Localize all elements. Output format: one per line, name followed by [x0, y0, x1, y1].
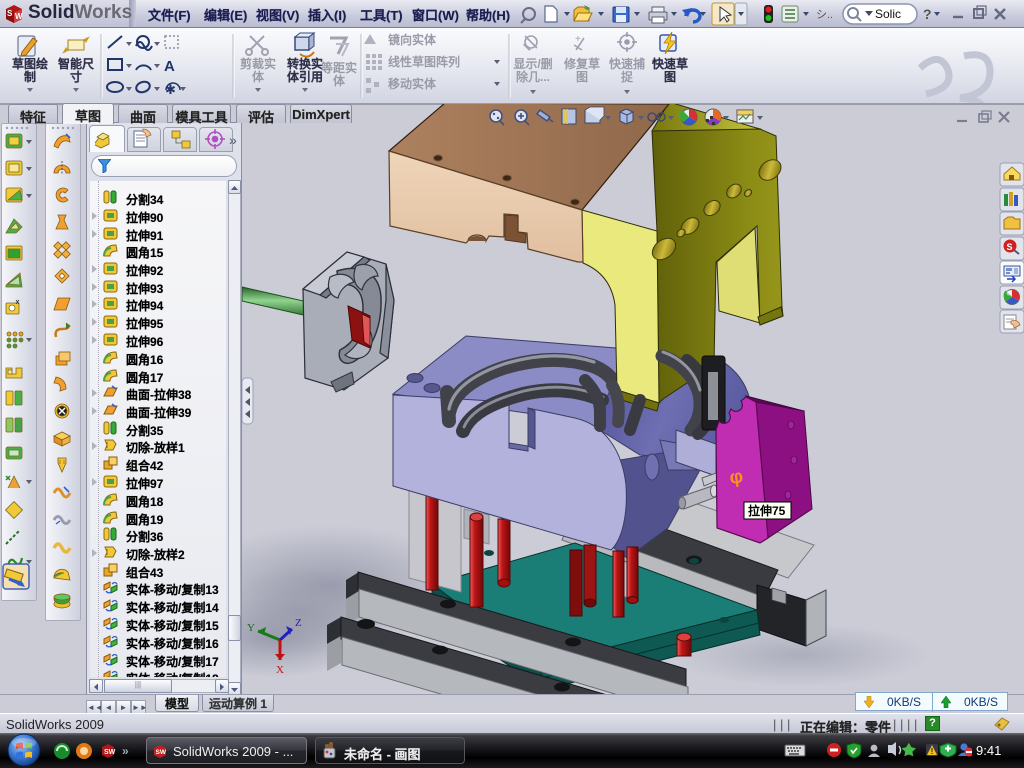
svg-text:✱: ✱ — [165, 82, 176, 97]
svg-text:φ: φ — [728, 466, 744, 489]
svg-text:»: » — [122, 744, 129, 758]
svg-text:拉伸75: 拉伸75 — [748, 503, 786, 518]
svg-text:»: » — [229, 132, 237, 148]
svg-text:!: ! — [931, 747, 934, 756]
svg-text:X: X — [276, 664, 284, 676]
svg-text:W: W — [15, 12, 23, 21]
svg-text:Z: Z — [295, 617, 302, 629]
svg-text:Solic: Solic — [875, 7, 901, 21]
svg-text:+: + — [575, 34, 581, 45]
svg-text:SW: SW — [156, 749, 167, 756]
svg-text:S: S — [1007, 242, 1013, 252]
svg-text:S: S — [7, 9, 13, 18]
svg-text:A: A — [164, 58, 175, 75]
svg-text:シ..: シ.. — [816, 9, 833, 21]
svg-text:Y: Y — [247, 622, 255, 634]
svg-text:?: ? — [923, 6, 932, 22]
svg-text:SW: SW — [104, 749, 116, 756]
